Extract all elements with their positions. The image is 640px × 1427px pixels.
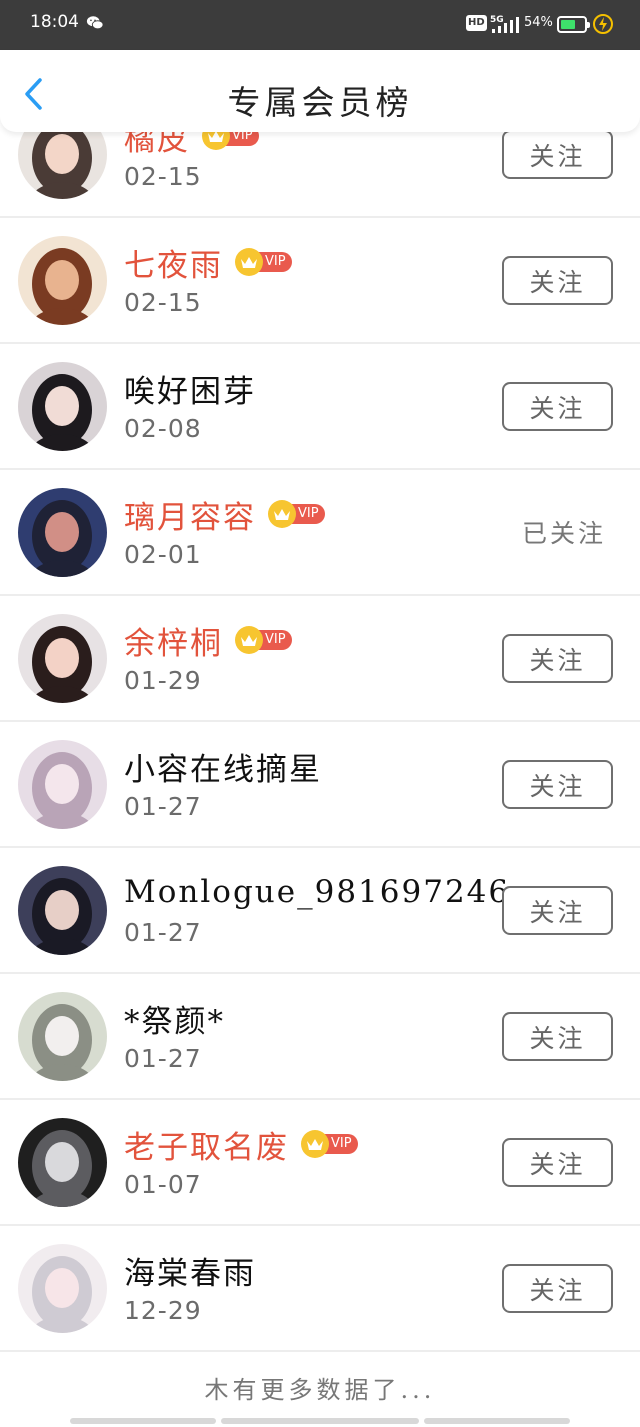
member-date: 01-27 xyxy=(124,1044,202,1073)
avatar[interactable] xyxy=(18,236,107,325)
member-date: 01-07 xyxy=(124,1170,202,1199)
charging-icon xyxy=(593,14,613,34)
follow-button[interactable]: 关注 xyxy=(502,760,613,809)
member-name-line: *祭颜* xyxy=(124,996,225,1040)
list-item[interactable]: 余梓桐 VIP 01-29 关注 xyxy=(0,596,640,722)
member-date: 02-15 xyxy=(124,162,202,191)
follow-button[interactable]: 关注 xyxy=(502,1264,613,1313)
member-name[interactable]: 小容在线摘星 xyxy=(124,744,322,789)
follow-button[interactable]: 关注 xyxy=(502,382,613,431)
member-date: 01-29 xyxy=(124,666,202,695)
no-more-data-text: 木有更多数据了... xyxy=(204,1376,436,1404)
follow-button[interactable]: 关注 xyxy=(502,886,613,935)
member-name-line: 老子取名废 VIP xyxy=(124,1122,358,1166)
member-date: 01-27 xyxy=(124,918,202,947)
crown-icon xyxy=(301,1130,329,1158)
header: 专属会员榜 xyxy=(0,50,640,132)
member-name[interactable]: 海棠春雨 xyxy=(124,1248,256,1293)
scrollbar-segment xyxy=(424,1418,570,1424)
member-name[interactable]: Monlogue_981697246 xyxy=(124,874,510,910)
member-name-line: 小容在线摘星 xyxy=(124,744,322,788)
battery-percent: 54% xyxy=(524,15,553,30)
avatar[interactable] xyxy=(18,488,107,577)
list-item[interactable]: 海棠春雨 12-29 关注 xyxy=(0,1226,640,1352)
status-time: 18:04 xyxy=(30,12,79,32)
crown-icon xyxy=(235,626,263,654)
member-name-line: 海棠春雨 xyxy=(124,1248,256,1292)
avatar[interactable] xyxy=(18,614,107,703)
member-name[interactable]: 七夜雨 xyxy=(124,240,223,285)
member-date: 02-01 xyxy=(124,540,202,569)
vip-badge: VIP xyxy=(268,500,325,528)
member-name-line: 余梓桐 VIP xyxy=(124,618,292,662)
list-item[interactable]: 老子取名废 VIP 01-07 关注 xyxy=(0,1100,640,1226)
avatar[interactable] xyxy=(18,1244,107,1333)
vip-badge: VIP xyxy=(235,626,292,654)
member-name-line: Monlogue_981697246 xyxy=(124,870,510,914)
status-bar: 18:04 HD 5G 54% xyxy=(0,0,640,50)
wechat-icon xyxy=(86,16,104,30)
member-name[interactable]: 璃月容容 xyxy=(124,492,256,537)
member-date: 12-29 xyxy=(124,1296,202,1325)
member-date: 02-08 xyxy=(124,414,202,443)
list-item[interactable]: Monlogue_981697246 01-27 关注 xyxy=(0,848,640,974)
member-date: 01-27 xyxy=(124,792,202,821)
follow-button[interactable]: 关注 xyxy=(502,130,613,179)
avatar[interactable] xyxy=(18,362,107,451)
list-item[interactable]: 七夜雨 VIP 02-15 关注 xyxy=(0,218,640,344)
vip-badge: VIP xyxy=(235,248,292,276)
page-title: 专属会员榜 xyxy=(227,83,413,122)
scrollbar-segment xyxy=(70,1418,216,1424)
member-name[interactable]: 唉好困芽 xyxy=(124,366,256,411)
list-item[interactable]: *祭颜* 01-27 关注 xyxy=(0,974,640,1100)
battery-fill xyxy=(561,20,575,29)
follow-button[interactable]: 关注 xyxy=(502,1012,613,1061)
list-item[interactable]: 唉好困芽 02-08 关注 xyxy=(0,344,640,470)
network-label: 5G xyxy=(490,15,504,25)
list-item[interactable]: 璃月容容 VIP 02-01 已关注 xyxy=(0,470,640,596)
follow-button[interactable]: 关注 xyxy=(502,634,613,683)
follow-button[interactable]: 关注 xyxy=(502,1138,613,1187)
member-name-line: 唉好困芽 xyxy=(124,366,256,410)
crown-icon xyxy=(268,500,296,528)
avatar[interactable] xyxy=(18,866,107,955)
avatar[interactable] xyxy=(18,1118,107,1207)
member-name[interactable]: *祭颜* xyxy=(124,996,225,1041)
hd-badge: HD xyxy=(466,15,487,31)
battery-icon xyxy=(557,16,590,33)
list-item[interactable]: 小容在线摘星 01-27 关注 xyxy=(0,722,640,848)
signal-icon: 5G xyxy=(490,15,519,33)
followed-status[interactable]: 已关注 xyxy=(522,514,606,550)
avatar[interactable] xyxy=(18,740,107,829)
member-date: 02-15 xyxy=(124,288,202,317)
scrollbar-segment xyxy=(221,1418,419,1424)
member-name-line: 璃月容容 VIP xyxy=(124,492,325,536)
member-name[interactable]: 老子取名废 xyxy=(124,1122,289,1167)
member-list: 橘皮 VIP 02-15 关注 七夜雨 VIP 02-15 关注 唉好困芽 02-08 关注 璃月容容… xyxy=(0,92,640,1352)
avatar[interactable] xyxy=(18,992,107,1081)
vip-badge: VIP xyxy=(301,1130,358,1158)
crown-icon xyxy=(235,248,263,276)
member-name[interactable]: 余梓桐 xyxy=(124,618,223,663)
member-name-line: 七夜雨 VIP xyxy=(124,240,292,284)
follow-button[interactable]: 关注 xyxy=(502,256,613,305)
